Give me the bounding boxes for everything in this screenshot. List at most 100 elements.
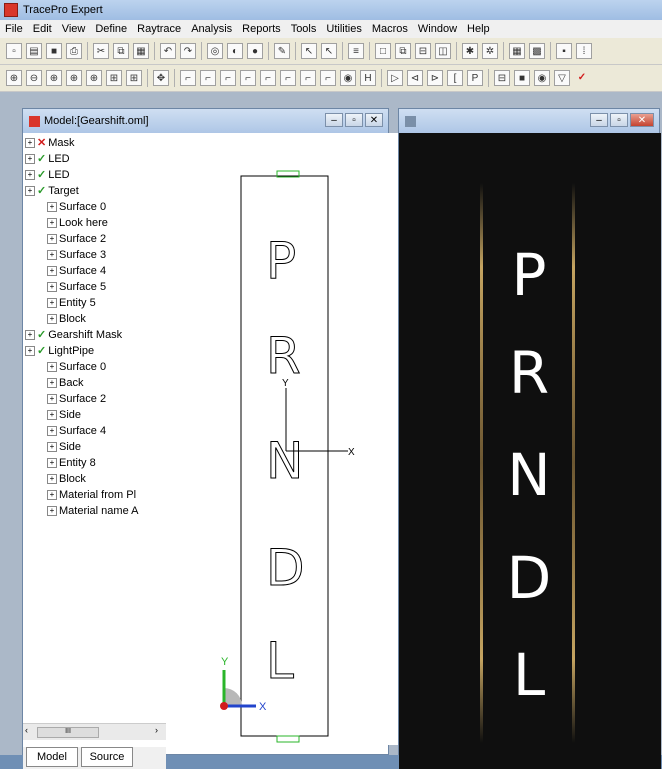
tree-expand-icon[interactable]: + — [47, 202, 57, 213]
minimize-button[interactable]: – — [325, 113, 343, 127]
tree-node[interactable]: + Back — [47, 375, 83, 391]
tree-node[interactable]: + Block — [47, 311, 86, 327]
tree-expand-icon[interactable]: + — [25, 138, 35, 149]
view-grid-icon[interactable]: ⊞ — [126, 70, 142, 86]
trace-forward-icon[interactable]: ▷ — [387, 70, 403, 86]
rev-raytrace-icon[interactable]: ✲ — [482, 43, 498, 59]
tree-node[interactable]: + Material name A — [47, 503, 138, 519]
visible-check-icon[interactable]: ✓ — [37, 345, 46, 357]
hidden-line-icon[interactable]: H — [360, 70, 376, 86]
menu-macros[interactable]: Macros — [367, 23, 413, 35]
tree-expand-icon[interactable]: + — [47, 394, 57, 405]
tree-expand-icon[interactable]: + — [25, 346, 35, 357]
menu-help[interactable]: Help — [462, 23, 495, 35]
menu-raytrace[interactable]: Raytrace — [132, 23, 186, 35]
zoom-window-icon[interactable]: ⊕ — [46, 70, 62, 86]
tree-expand-icon[interactable]: + — [47, 314, 57, 325]
print-icon[interactable]: ⎙ — [66, 43, 82, 59]
pan-icon[interactable]: ✥ — [153, 70, 169, 86]
tree-expand-icon[interactable]: + — [47, 218, 57, 229]
render-canvas[interactable]: P R N D L — [399, 133, 661, 745]
tree-node[interactable]: + Surface 2 — [47, 231, 106, 247]
ray-sort-icon[interactable]: ⁞ — [576, 43, 592, 59]
single-window-icon[interactable]: □ — [375, 43, 391, 59]
save-icon[interactable]: ■ — [46, 43, 62, 59]
maximize-button[interactable]: ▫ — [345, 113, 363, 127]
tree-node[interactable]: + Surface 5 — [47, 279, 106, 295]
shaded-solid-icon[interactable]: ⊟ — [494, 70, 510, 86]
hidden-x-icon[interactable]: ✕ — [37, 137, 46, 149]
view-xy-icon[interactable]: ⌐ — [180, 70, 196, 86]
tree-expand-icon[interactable]: + — [47, 378, 57, 389]
silhouette-icon[interactable]: ◉ — [340, 70, 356, 86]
tree-expand-icon[interactable]: + — [47, 250, 57, 261]
menu-analysis[interactable]: Analysis — [186, 23, 237, 35]
close-button[interactable]: ✕ — [365, 113, 383, 127]
view-iso-icon[interactable]: ⌐ — [300, 70, 316, 86]
tree-expand-icon[interactable]: + — [25, 330, 35, 341]
zoom-selection-icon[interactable]: ⊕ — [86, 70, 102, 86]
tree-node[interactable]: + Surface 4 — [47, 263, 106, 279]
tree-expand-icon[interactable]: + — [47, 506, 57, 517]
menu-edit[interactable]: Edit — [28, 23, 57, 35]
copy-icon[interactable]: ⧉ — [113, 43, 129, 59]
select-surface-icon[interactable]: ↖ — [321, 43, 337, 59]
tab-source[interactable]: Source — [81, 747, 133, 767]
tree-node[interactable]: + Material from Pl — [47, 487, 136, 503]
menu-define[interactable]: Define — [90, 23, 132, 35]
select-arrow-icon[interactable]: ↖ — [301, 43, 317, 59]
tree-expand-icon[interactable]: + — [47, 234, 57, 245]
tree-expand-icon[interactable]: + — [25, 170, 35, 181]
tree-node[interactable]: + Block — [47, 471, 86, 487]
tree-node[interactable]: + Surface 0 — [47, 199, 106, 215]
paste-icon[interactable]: ▦ — [133, 43, 149, 59]
tile-horizontal-icon[interactable]: ⊟ — [415, 43, 431, 59]
tree-node[interactable]: + Entity 5 — [47, 295, 96, 311]
tree-node[interactable]: + ✓ LED — [25, 167, 70, 183]
visible-check-icon[interactable]: ✓ — [37, 329, 46, 341]
tree-expand-icon[interactable]: + — [47, 362, 57, 373]
menu-window[interactable]: Window — [413, 23, 462, 35]
boolean-subtract-icon[interactable]: ◐ — [227, 43, 243, 59]
render-window-titlebar[interactable]: – ▫ ✕ — [399, 109, 659, 133]
zoom-all-icon[interactable]: ⊕ — [66, 70, 82, 86]
render-minimize-button[interactable]: – — [590, 113, 608, 127]
bracket-icon[interactable]: [ — [447, 70, 463, 86]
boolean-union-icon[interactable]: ◎ — [207, 43, 223, 59]
refresh-icon[interactable]: ◉ — [534, 70, 550, 86]
properties-icon[interactable]: ≡ — [348, 43, 364, 59]
wireframe-canvas[interactable]: P R N D L Y X Y X — [166, 133, 410, 745]
render-maximize-button[interactable]: ▫ — [610, 113, 628, 127]
tree-expand-icon[interactable]: + — [47, 426, 57, 437]
undo-icon[interactable]: ↶ — [160, 43, 176, 59]
tree-expand-icon[interactable]: + — [47, 266, 57, 277]
tree-node[interactable]: + Entity 8 — [47, 455, 96, 471]
tree-expand-icon[interactable]: + — [47, 282, 57, 293]
report-icon[interactable]: ▪ — [556, 43, 572, 59]
zoom-in-icon[interactable]: ⊕ — [6, 70, 22, 86]
view-custom-icon[interactable]: ⌐ — [320, 70, 336, 86]
view-zx-icon[interactable]: ⌐ — [220, 70, 236, 86]
new-file-icon[interactable]: ▫ — [6, 43, 22, 59]
trace-back-icon[interactable]: ⊲ — [407, 70, 423, 86]
tree-node[interactable]: + ✓ LightPipe — [25, 343, 94, 359]
visible-check-icon[interactable]: ✓ — [37, 153, 46, 165]
tree-expand-icon[interactable]: + — [47, 442, 57, 453]
render-close-button[interactable]: ✕ — [630, 113, 654, 127]
tree-expand-icon[interactable]: + — [47, 490, 57, 501]
zoom-out-icon[interactable]: ⊖ — [26, 70, 42, 86]
view-x-icon[interactable]: ⌐ — [240, 70, 256, 86]
tree-expand-icon[interactable]: + — [47, 298, 57, 309]
cascade-windows-icon[interactable]: ⧉ — [395, 43, 411, 59]
tab-model[interactable]: Model — [26, 747, 78, 767]
raytrace-icon[interactable]: ✱ — [462, 43, 478, 59]
property-p-icon[interactable]: P — [467, 70, 483, 86]
tree-node[interactable]: + Surface 3 — [47, 247, 106, 263]
view-zy-icon[interactable]: ⌐ — [260, 70, 276, 86]
filter-icon[interactable]: ▽ — [554, 70, 570, 86]
menu-view[interactable]: View — [57, 23, 91, 35]
tree-node[interactable]: + Side — [47, 439, 81, 455]
rendered-view[interactable]: P R N D L — [399, 133, 661, 769]
view-yz-icon[interactable]: ⌐ — [200, 70, 216, 86]
irradiance-map-icon[interactable]: ▦ — [509, 43, 525, 59]
